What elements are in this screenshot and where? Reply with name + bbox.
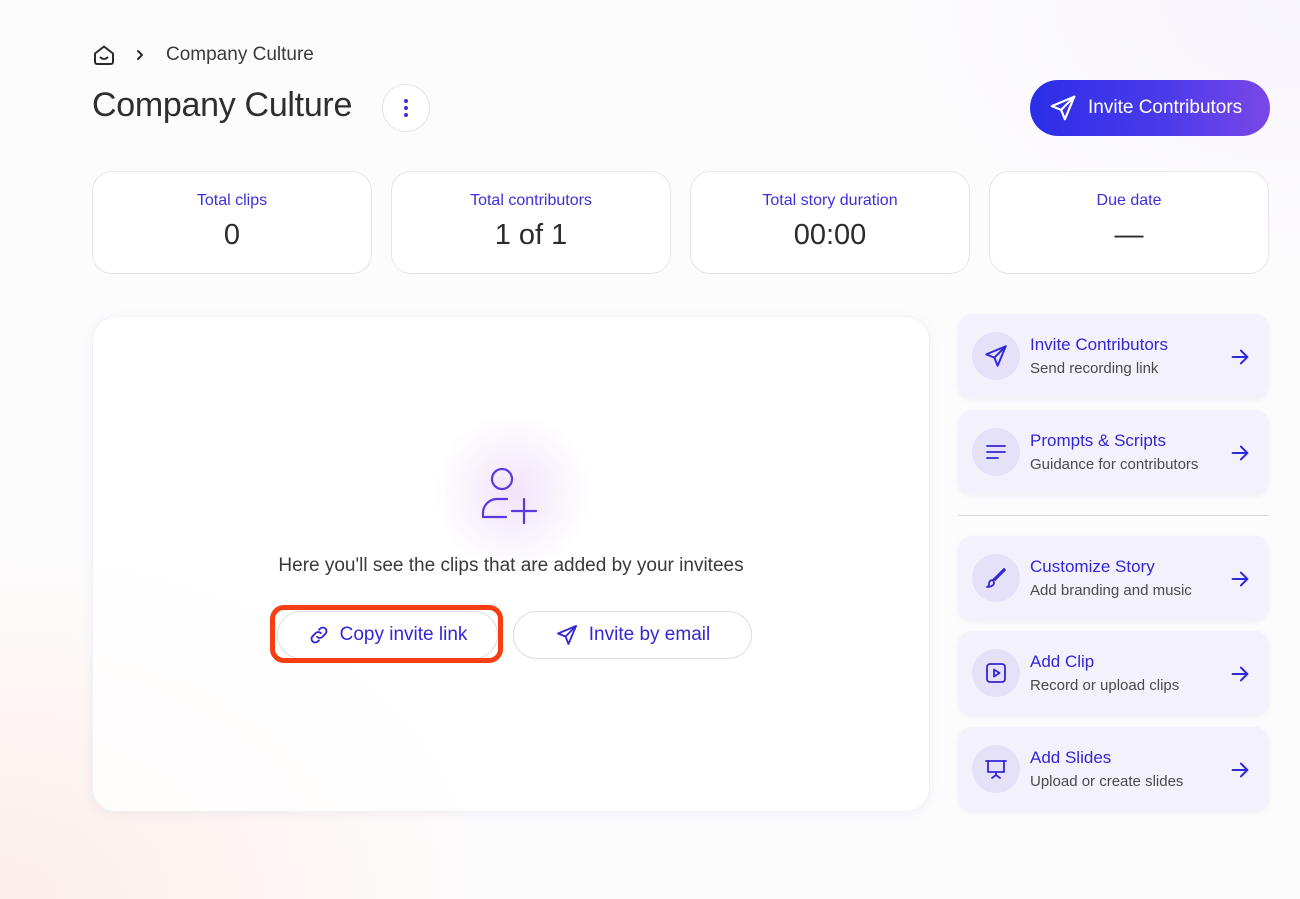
stat-label: Due date bbox=[1096, 192, 1162, 209]
arrow-right-icon bbox=[1231, 666, 1249, 682]
action-customize-story[interactable]: Customize Story Add branding and music bbox=[958, 536, 1269, 620]
arrow-right-icon bbox=[1231, 571, 1249, 587]
stat-label: Total contributors bbox=[470, 192, 592, 209]
presentation-icon bbox=[972, 745, 1020, 793]
send-icon bbox=[972, 332, 1020, 380]
home-icon[interactable] bbox=[92, 43, 116, 67]
stat-label: Total story duration bbox=[762, 192, 898, 209]
action-subtitle: Send recording link bbox=[1030, 360, 1159, 377]
play-square-icon bbox=[972, 649, 1020, 697]
divider bbox=[958, 515, 1269, 516]
action-title: Add Slides bbox=[1030, 748, 1112, 767]
action-add-slides[interactable]: Add Slides Upload or create slides bbox=[958, 727, 1269, 811]
stat-value: — bbox=[1114, 219, 1144, 251]
breadcrumb: Company Culture bbox=[92, 40, 314, 70]
action-title: Prompts & Scripts bbox=[1030, 431, 1167, 450]
page-title: Company Culture bbox=[92, 86, 353, 124]
chevron-right-icon bbox=[132, 47, 148, 63]
invite-by-email-label: Invite by email bbox=[588, 624, 711, 645]
action-prompts-scripts[interactable]: Prompts & Scripts Guidance for contribut… bbox=[958, 410, 1269, 494]
send-icon bbox=[556, 625, 577, 645]
add-person-icon bbox=[481, 467, 538, 525]
action-subtitle: Guidance for contributors bbox=[1030, 456, 1199, 473]
lines-icon bbox=[972, 428, 1020, 476]
empty-state-message: Here you'll see the clips that are added… bbox=[278, 555, 744, 576]
stat-total-clips: Total clips 0 bbox=[92, 171, 372, 274]
invite-by-email-button[interactable]: Invite by email bbox=[513, 611, 752, 659]
arrow-right-icon bbox=[1231, 349, 1249, 365]
action-title: Customize Story bbox=[1030, 557, 1155, 576]
invite-contributors-button[interactable]: Invite Contributors bbox=[1030, 80, 1270, 136]
copy-invite-link-label: Copy invite link bbox=[339, 624, 468, 645]
action-invite-contributors[interactable]: Invite Contributors Send recording link bbox=[958, 314, 1269, 398]
stat-value: 00:00 bbox=[793, 219, 867, 251]
send-icon bbox=[1050, 95, 1076, 121]
stat-value: 0 bbox=[223, 219, 241, 251]
brush-icon bbox=[972, 554, 1020, 602]
action-subtitle: Upload or create slides bbox=[1030, 773, 1184, 790]
stat-total-duration: Total story duration 00:00 bbox=[690, 171, 970, 274]
action-title: Invite Contributors bbox=[1030, 335, 1168, 354]
more-vertical-icon bbox=[404, 99, 408, 117]
action-add-clip[interactable]: Add Clip Record or upload clips bbox=[958, 631, 1269, 715]
copy-invite-link-button[interactable]: Copy invite link bbox=[277, 611, 498, 659]
link-icon bbox=[310, 626, 328, 644]
stat-label: Total clips bbox=[196, 192, 268, 209]
action-subtitle: Add branding and music bbox=[1030, 582, 1192, 599]
action-title: Add Clip bbox=[1030, 652, 1095, 671]
invite-contributors-label: Invite Contributors bbox=[1088, 97, 1243, 118]
arrow-right-icon bbox=[1231, 445, 1249, 461]
stat-value: 1 of 1 bbox=[494, 219, 568, 251]
stat-total-contributors: Total contributors 1 of 1 bbox=[391, 171, 671, 274]
breadcrumb-current: Company Culture bbox=[166, 44, 314, 65]
stat-due-date[interactable]: Due date — bbox=[989, 171, 1269, 274]
action-subtitle: Record or upload clips bbox=[1030, 677, 1180, 694]
more-options-button[interactable] bbox=[382, 84, 430, 132]
arrow-right-icon bbox=[1231, 762, 1249, 778]
